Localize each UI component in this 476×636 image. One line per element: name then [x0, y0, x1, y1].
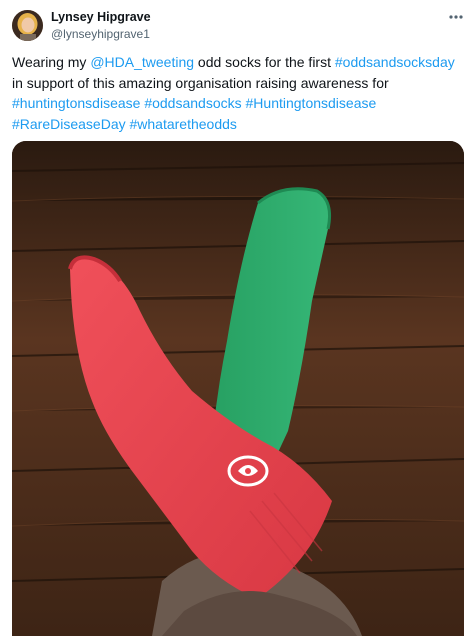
avatar[interactable] [12, 10, 43, 41]
tweet-text: Wearing my @HDA_tweeting odd socks for t… [12, 52, 464, 134]
hashtag-link[interactable]: #RareDiseaseDay [12, 116, 126, 132]
hashtag-link[interactable]: #huntingtonsdisease [12, 95, 140, 111]
author-handle[interactable]: @lynseyhipgrave1 [51, 27, 150, 41]
mention-link[interactable]: @HDA_tweeting [90, 54, 194, 70]
hashtag-link[interactable]: #Huntingtonsdisease [246, 95, 377, 111]
tweet-line-1: Wearing my @HDA_tweeting odd socks for t… [12, 52, 464, 73]
tweet-photo[interactable] [12, 141, 464, 636]
hashtag-link[interactable]: #oddsandsocksday [335, 54, 455, 70]
tweet-text-segment: odd socks for the first [194, 54, 335, 70]
tweet-text-segment: Wearing my [12, 54, 91, 70]
profile-photo-avatar-icon [12, 10, 43, 41]
tweet-line-4: #RareDiseaseDay #whataretheodds [12, 114, 464, 135]
hashtag-link[interactable]: #whataretheodds [130, 116, 237, 132]
odd-socks-photo-icon [12, 141, 464, 636]
hashtag-link[interactable]: #oddsandsocks [144, 95, 241, 111]
more-options-icon[interactable] [446, 10, 466, 24]
tweet-line-3: #huntingtonsdisease #oddsandsocks #Hunti… [12, 93, 464, 114]
tweet-line-2: in support of this amazing organisation … [12, 74, 389, 91]
author-display-name[interactable]: Lynsey Hipgrave [51, 10, 151, 24]
tweet-card: Lynsey Hipgrave @lynseyhipgrave1 Wearing… [0, 0, 476, 636]
